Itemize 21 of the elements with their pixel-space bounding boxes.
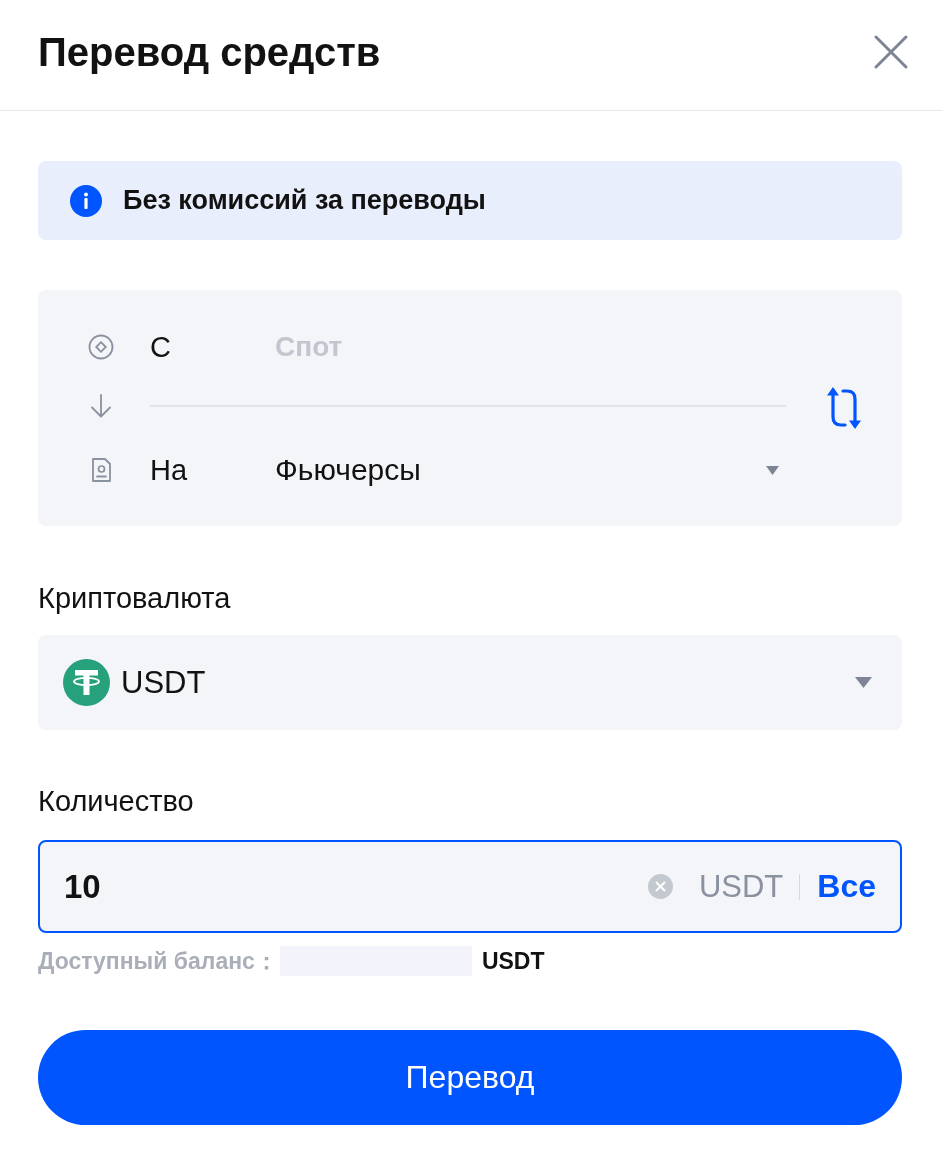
- direction-label: С: [150, 330, 172, 364]
- field-label: Криптовалюта: [38, 582, 232, 614]
- field-label: Количество: [38, 785, 195, 817]
- transfer-button[interactable]: Перевод: [38, 1030, 902, 1125]
- max-button[interactable]: Все: [817, 868, 876, 905]
- account-select[interactable]: Фьючерсы: [275, 447, 786, 493]
- currency-select[interactable]: USDT: [38, 635, 902, 730]
- caret-icon: [855, 677, 872, 688]
- dialog-title: Перевод средств: [38, 29, 381, 76]
- balance-label: Доступный баланс：: [38, 946, 278, 976]
- direction-label: На: [150, 453, 189, 487]
- coin-icon: [63, 659, 110, 706]
- diamond-circle-icon: [88, 334, 114, 360]
- balance-value: USDT: [481, 947, 545, 975]
- info-icon: [70, 184, 102, 217]
- caret-icon: [766, 465, 779, 475]
- arrow-down-icon: [88, 393, 114, 419]
- notice-text: Без комиссий за переводы: [123, 185, 486, 216]
- close-icon[interactable]: [874, 35, 908, 69]
- amount-field[interactable]: 10 USDT Все: [38, 840, 902, 933]
- unit-label: USDT: [698, 868, 784, 905]
